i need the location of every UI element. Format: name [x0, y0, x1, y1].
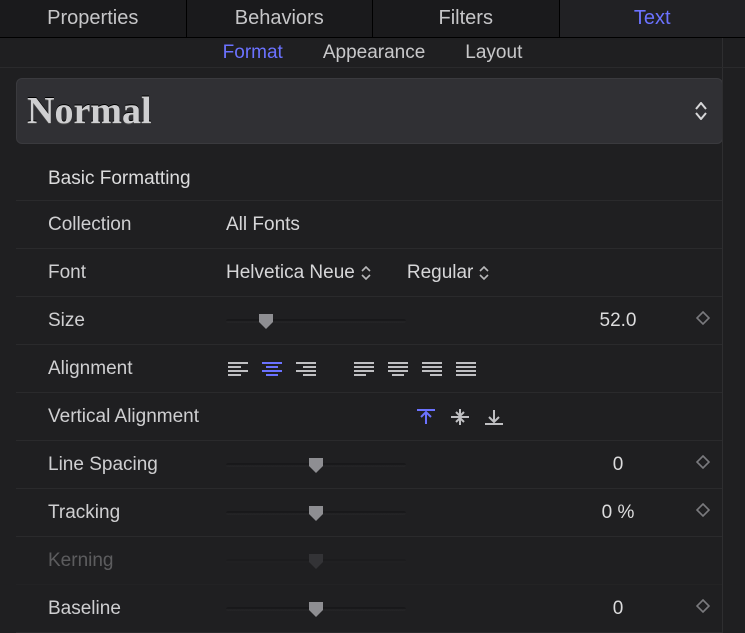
subtab-layout[interactable]: Layout — [465, 42, 522, 64]
subtab-format[interactable]: Format — [223, 42, 283, 64]
label-font: Font — [16, 262, 226, 284]
tab-filters[interactable]: Filters — [372, 0, 559, 37]
baseline-value[interactable]: 0 — [553, 598, 683, 620]
font-style-value: Regular — [407, 262, 474, 284]
basic-formatting-section: Basic Formatting Collection All Fonts Fo… — [16, 162, 723, 633]
label-tracking: Tracking — [16, 502, 226, 524]
tab-label: Behaviors — [235, 7, 324, 30]
tab-behaviors[interactable]: Behaviors — [186, 0, 373, 37]
panel-body: Normal Basic Formatting Collection All F… — [0, 68, 745, 633]
row-alignment: Alignment — [16, 345, 723, 393]
align-center-icon[interactable] — [260, 358, 284, 380]
keyframe-icon[interactable] — [696, 599, 710, 618]
main-tabs: Properties Behaviors Filters Text — [0, 0, 745, 38]
tab-text[interactable]: Text — [559, 0, 745, 37]
label-valign: Vertical Alignment — [16, 406, 226, 428]
row-tracking: Tracking 0 % — [16, 489, 723, 537]
valign-bottom-icon[interactable] — [482, 406, 506, 428]
font-family-value: Helvetica Neue — [226, 262, 355, 284]
justify-right-icon[interactable] — [420, 358, 444, 380]
sub-tabs: Format Appearance Layout — [0, 38, 745, 68]
label-kerning: Kerning — [16, 550, 226, 572]
collection-popup[interactable]: All Fonts — [226, 214, 300, 236]
row-valign: Vertical Alignment — [16, 393, 723, 441]
row-kerning: Kerning — [16, 537, 723, 585]
label-size: Size — [16, 310, 226, 332]
line-spacing-value[interactable]: 0 — [553, 454, 683, 476]
line-spacing-slider[interactable] — [226, 455, 406, 475]
keyframe-icon[interactable] — [696, 311, 710, 330]
keyframe-icon[interactable] — [696, 503, 710, 522]
row-baseline: Baseline 0 — [16, 585, 723, 633]
stepper-icon — [479, 266, 489, 280]
justify-full-icon[interactable] — [454, 358, 478, 380]
tab-label: Filters — [439, 7, 493, 30]
tracking-slider[interactable] — [226, 503, 406, 523]
keyframe-icon[interactable] — [696, 455, 710, 474]
size-slider[interactable] — [226, 311, 406, 331]
collection-value: All Fonts — [226, 214, 300, 236]
justify-center-icon[interactable] — [386, 358, 410, 380]
label-collection: Collection — [16, 214, 226, 236]
text-inspector: Properties Behaviors Filters Text Format… — [0, 0, 745, 633]
align-left-icon[interactable] — [226, 358, 250, 380]
tab-label: Text — [634, 7, 671, 30]
row-font: Font Helvetica Neue Regular — [16, 249, 723, 297]
label-line-spacing: Line Spacing — [16, 454, 226, 476]
kerning-slider — [226, 551, 406, 571]
subtab-appearance[interactable]: Appearance — [323, 42, 425, 64]
preset-label: Normal — [27, 89, 152, 133]
align-right-icon[interactable] — [294, 358, 318, 380]
text-preset-popup[interactable]: Normal — [16, 78, 723, 144]
tab-properties[interactable]: Properties — [0, 0, 186, 37]
valign-middle-icon[interactable] — [448, 406, 472, 428]
section-title: Basic Formatting — [16, 162, 723, 201]
stepper-icon — [361, 266, 371, 280]
size-value[interactable]: 52.0 — [553, 310, 683, 332]
stepper-icon — [694, 102, 708, 120]
tab-label: Properties — [47, 7, 138, 30]
valign-top-icon[interactable] — [414, 406, 438, 428]
justify-left-icon[interactable] — [352, 358, 376, 380]
font-style-popup[interactable]: Regular — [407, 262, 490, 284]
baseline-slider[interactable] — [226, 599, 406, 619]
row-line-spacing: Line Spacing 0 — [16, 441, 723, 489]
row-collection: Collection All Fonts — [16, 201, 723, 249]
font-family-popup[interactable]: Helvetica Neue — [226, 262, 371, 284]
label-baseline: Baseline — [16, 598, 226, 620]
label-alignment: Alignment — [16, 358, 226, 380]
row-size: Size 52.0 — [16, 297, 723, 345]
tracking-value[interactable]: 0 % — [553, 502, 683, 524]
